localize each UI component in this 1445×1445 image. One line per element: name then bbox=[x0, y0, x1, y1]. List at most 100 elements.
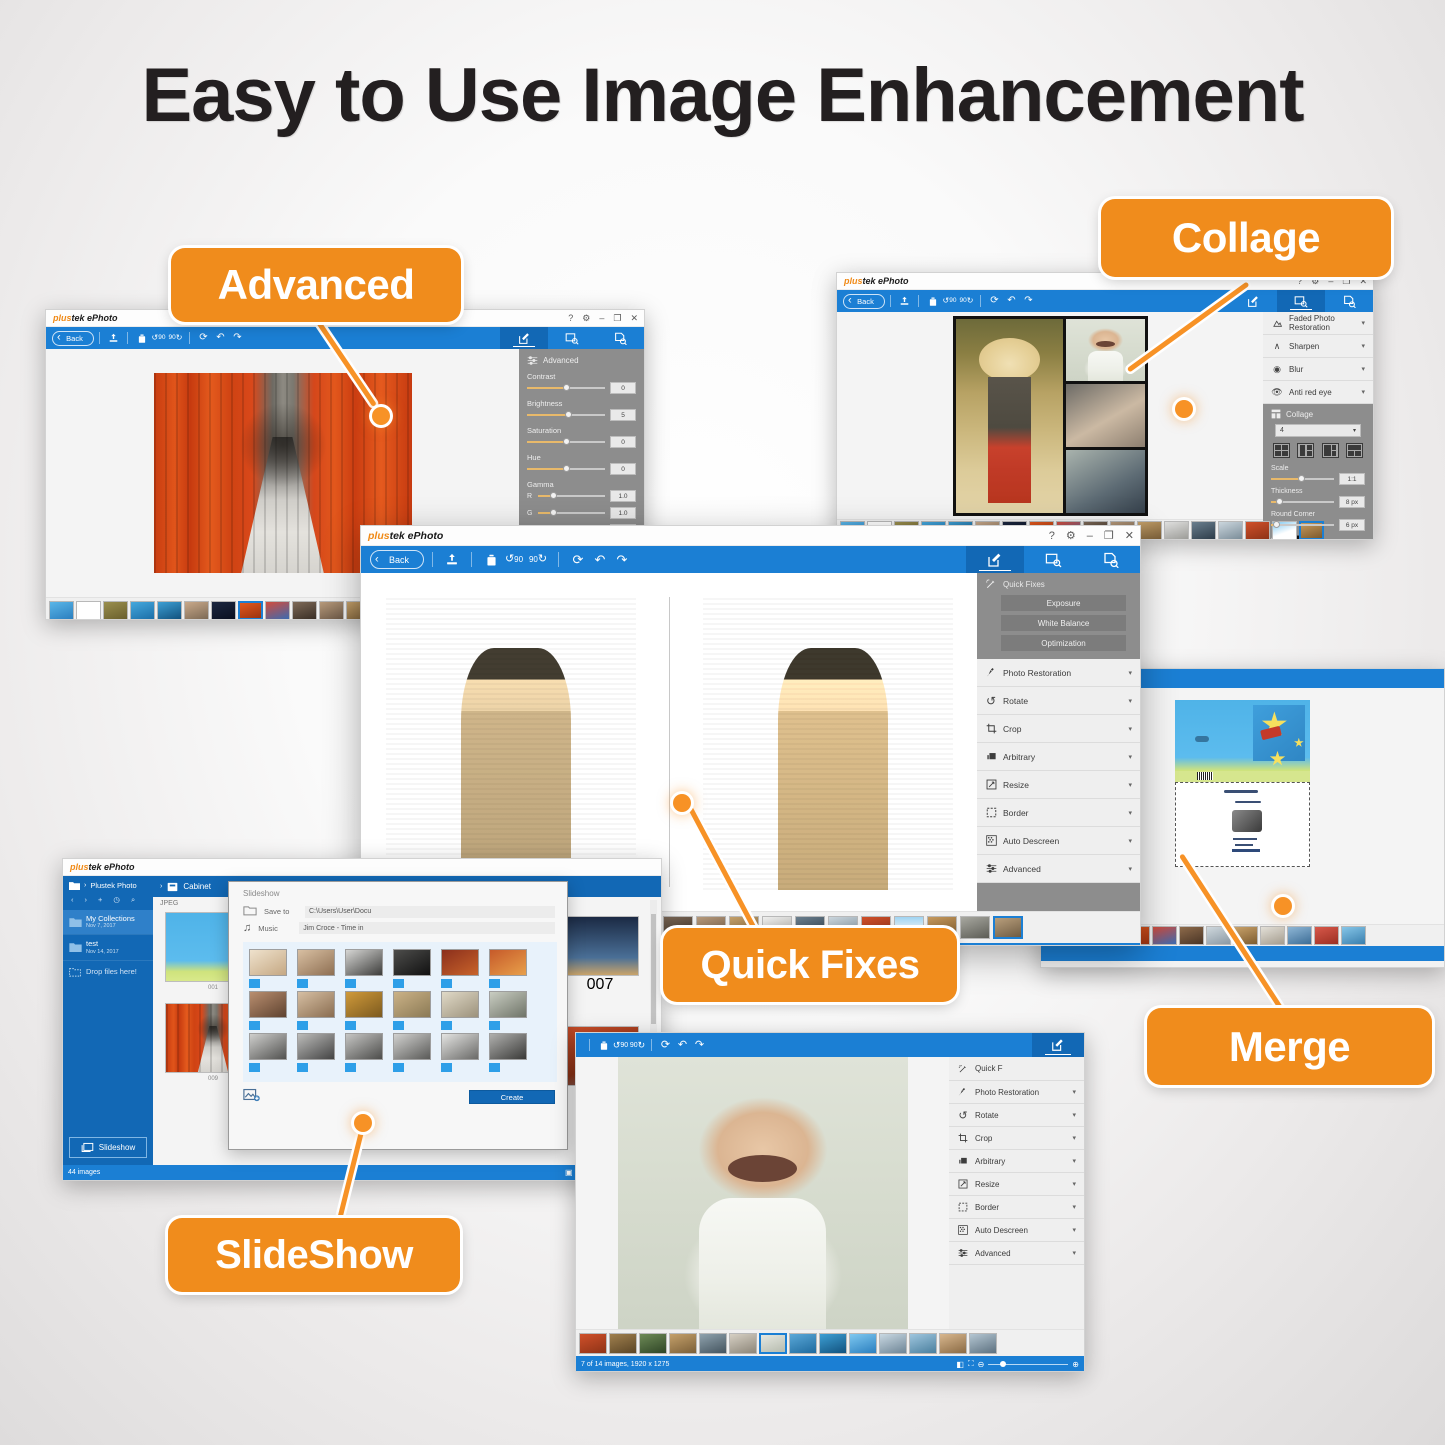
restore-icon[interactable]: ❐ bbox=[1104, 530, 1114, 542]
fit-screen-icon[interactable]: ⛶ bbox=[968, 1359, 974, 1369]
zoom-out-icon[interactable]: ⊖ bbox=[978, 1360, 985, 1369]
panel-row-auto-descreen[interactable]: Auto Descreen ▾ bbox=[949, 1219, 1084, 1242]
zoom-slider[interactable] bbox=[988, 1361, 1069, 1367]
sequence-item[interactable] bbox=[489, 991, 527, 1030]
panel-row-resize[interactable]: Resize ▾ bbox=[949, 1173, 1084, 1196]
collage-scale-row[interactable]: Scale 1:1 bbox=[1271, 465, 1365, 485]
chevron-down-icon[interactable]: ▾ bbox=[1128, 725, 1132, 733]
slider-value[interactable]: 1.0 bbox=[610, 507, 636, 519]
enhance-tab[interactable] bbox=[1277, 290, 1325, 312]
gamma-g[interactable]: G 1.0 bbox=[527, 507, 636, 519]
thumbnail[interactable] bbox=[1164, 521, 1189, 539]
toolbar[interactable]: Back ↺90 90↻ ⟳ ↶ ↷ bbox=[46, 327, 644, 349]
collage-thickness-row[interactable]: Thickness 8 px bbox=[1271, 488, 1365, 508]
chevron-down-icon[interactable]: ▾ bbox=[1128, 669, 1132, 677]
search-icon[interactable]: ⌕ bbox=[131, 895, 135, 905]
upload-icon[interactable] bbox=[896, 296, 913, 307]
white-balance-button[interactable]: White Balance bbox=[1001, 615, 1126, 631]
back-icon[interactable]: ‹ bbox=[71, 895, 74, 905]
exposure-button[interactable]: Exposure bbox=[1001, 595, 1126, 611]
layout-2x2-button[interactable] bbox=[1273, 443, 1290, 458]
rotate-left-90-icon[interactable]: ↺ 90 bbox=[612, 1040, 629, 1050]
thumbnail[interactable] bbox=[1314, 926, 1339, 945]
slider-track[interactable] bbox=[527, 411, 605, 418]
save-to-row[interactable]: Save to C:\Users\User\Docu bbox=[229, 903, 567, 920]
restore-icon[interactable]: ❐ bbox=[1342, 277, 1350, 286]
panel-row-photo-restoration[interactable]: Photo Restoration ▾ bbox=[977, 659, 1140, 687]
thumbnail[interactable] bbox=[789, 1332, 817, 1354]
slideshow-sidebar[interactable]: › Plustek Photo ‹ › + ◷ ⌕ My Collections… bbox=[63, 876, 153, 1165]
thumbnail-strip[interactable] bbox=[576, 1329, 1084, 1356]
redo-icon[interactable]: ↷ bbox=[691, 1039, 708, 1051]
thumbnail[interactable] bbox=[879, 1332, 907, 1354]
thumbnail[interactable] bbox=[184, 601, 209, 619]
sidebar-item-test[interactable]: test Nov 14, 2017 bbox=[63, 935, 153, 961]
thumbnail[interactable] bbox=[579, 1332, 607, 1354]
zoom-in-icon[interactable]: ⊕ bbox=[1072, 1360, 1079, 1369]
thumbnail[interactable] bbox=[1218, 521, 1243, 539]
back-button[interactable]: Back bbox=[843, 293, 885, 309]
optimization-button[interactable]: Optimization bbox=[1001, 635, 1126, 651]
baby-window[interactable]: ↺ 90 90 ↻ ⟳ ↶ ↷ Quick F Photo Restoration … bbox=[575, 1032, 1085, 1372]
thumbnail[interactable] bbox=[969, 1332, 997, 1354]
chevron-down-icon[interactable]: ▾ bbox=[1072, 1226, 1076, 1234]
sequence-item[interactable] bbox=[393, 949, 431, 988]
layout-1-left-2-right-button[interactable] bbox=[1297, 443, 1315, 458]
chevron-down-icon[interactable]: ▾ bbox=[1353, 427, 1356, 434]
sequence-item[interactable] bbox=[249, 949, 287, 988]
chevron-down-icon[interactable]: ▾ bbox=[1128, 697, 1132, 705]
sequence-item[interactable] bbox=[441, 1033, 479, 1072]
panel-row-advanced[interactable]: Advanced ▾ bbox=[949, 1242, 1084, 1265]
window-buttons[interactable]: ? ⚙ – ❐ ✕ bbox=[1049, 526, 1134, 546]
sequence-row[interactable] bbox=[249, 949, 551, 988]
sequence-item[interactable] bbox=[345, 949, 383, 988]
scan-tab[interactable] bbox=[596, 327, 644, 349]
chevron-down-icon[interactable]: ▾ bbox=[1361, 388, 1365, 396]
enhance-tab[interactable] bbox=[548, 327, 596, 349]
redo-icon[interactable]: ↷ bbox=[1020, 296, 1037, 306]
thumbnail[interactable] bbox=[1287, 926, 1312, 945]
gear-icon[interactable]: ⚙ bbox=[1066, 530, 1076, 542]
thumbnail-selected[interactable] bbox=[759, 1332, 787, 1354]
panel-row-border[interactable]: Border ▾ bbox=[977, 799, 1140, 827]
chevron-down-icon[interactable]: ▾ bbox=[1072, 1157, 1076, 1165]
minimize-icon[interactable]: – bbox=[1328, 277, 1333, 286]
restore-icon[interactable]: ❐ bbox=[613, 314, 621, 323]
thumbnail-selected[interactable] bbox=[993, 916, 1023, 939]
sidebar-item-my-collections[interactable]: My Collections Nov 7, 2017 bbox=[63, 910, 153, 936]
sidebar-nav[interactable]: ‹ › + ◷ ⌕ bbox=[63, 893, 153, 910]
redo-icon[interactable]: ↷ bbox=[229, 333, 246, 343]
collage-count-select[interactable]: 4 ▾ bbox=[1275, 424, 1361, 437]
edit-tab[interactable] bbox=[1032, 1033, 1084, 1057]
upload-icon[interactable] bbox=[105, 333, 122, 344]
thumbnail[interactable] bbox=[103, 601, 128, 619]
thumbnail[interactable] bbox=[699, 1332, 727, 1354]
chevron-down-icon[interactable]: ▾ bbox=[1128, 781, 1132, 789]
back-button[interactable]: Back bbox=[370, 550, 424, 569]
gamma-r[interactable]: R 1.0 bbox=[527, 490, 636, 502]
chevron-down-icon[interactable]: ▾ bbox=[1072, 1180, 1076, 1188]
close-icon[interactable]: ✕ bbox=[1125, 530, 1134, 542]
panel-row-photo-restoration[interactable]: Photo Restoration ▾ bbox=[949, 1081, 1084, 1104]
thumbnail[interactable] bbox=[939, 1332, 967, 1354]
rotate-right-90-icon[interactable]: 90 ↻ bbox=[526, 554, 550, 565]
quick-fixes-section[interactable]: Quick Fixes Exposure White Balance Optim… bbox=[977, 573, 1140, 659]
delete-icon[interactable] bbox=[480, 553, 502, 567]
slider-value[interactable]: 0 bbox=[610, 463, 636, 475]
thumbnail[interactable] bbox=[1191, 521, 1216, 539]
thumbnail[interactable] bbox=[1152, 926, 1177, 945]
delete-icon[interactable] bbox=[924, 296, 941, 307]
add-icon[interactable]: + bbox=[98, 895, 102, 905]
minimize-icon[interactable]: – bbox=[599, 314, 604, 323]
sequence-item[interactable] bbox=[489, 949, 527, 988]
enhance-tab[interactable] bbox=[1024, 546, 1082, 573]
thumbnail[interactable] bbox=[1260, 926, 1285, 945]
close-icon[interactable]: ✕ bbox=[630, 314, 638, 323]
layout-1-top-2-bottom-button[interactable] bbox=[1345, 443, 1363, 458]
help-icon[interactable]: ? bbox=[1049, 530, 1055, 542]
rotate-right-90-icon[interactable]: 90 ↻ bbox=[167, 334, 184, 342]
delete-icon[interactable] bbox=[595, 1040, 612, 1051]
panel-row-border[interactable]: Border ▾ bbox=[949, 1196, 1084, 1219]
panel-row-sharpen[interactable]: ∧ Sharpen ▾ bbox=[1263, 335, 1373, 358]
rotate-left-90-icon[interactable]: ↺ 90 bbox=[502, 554, 526, 565]
